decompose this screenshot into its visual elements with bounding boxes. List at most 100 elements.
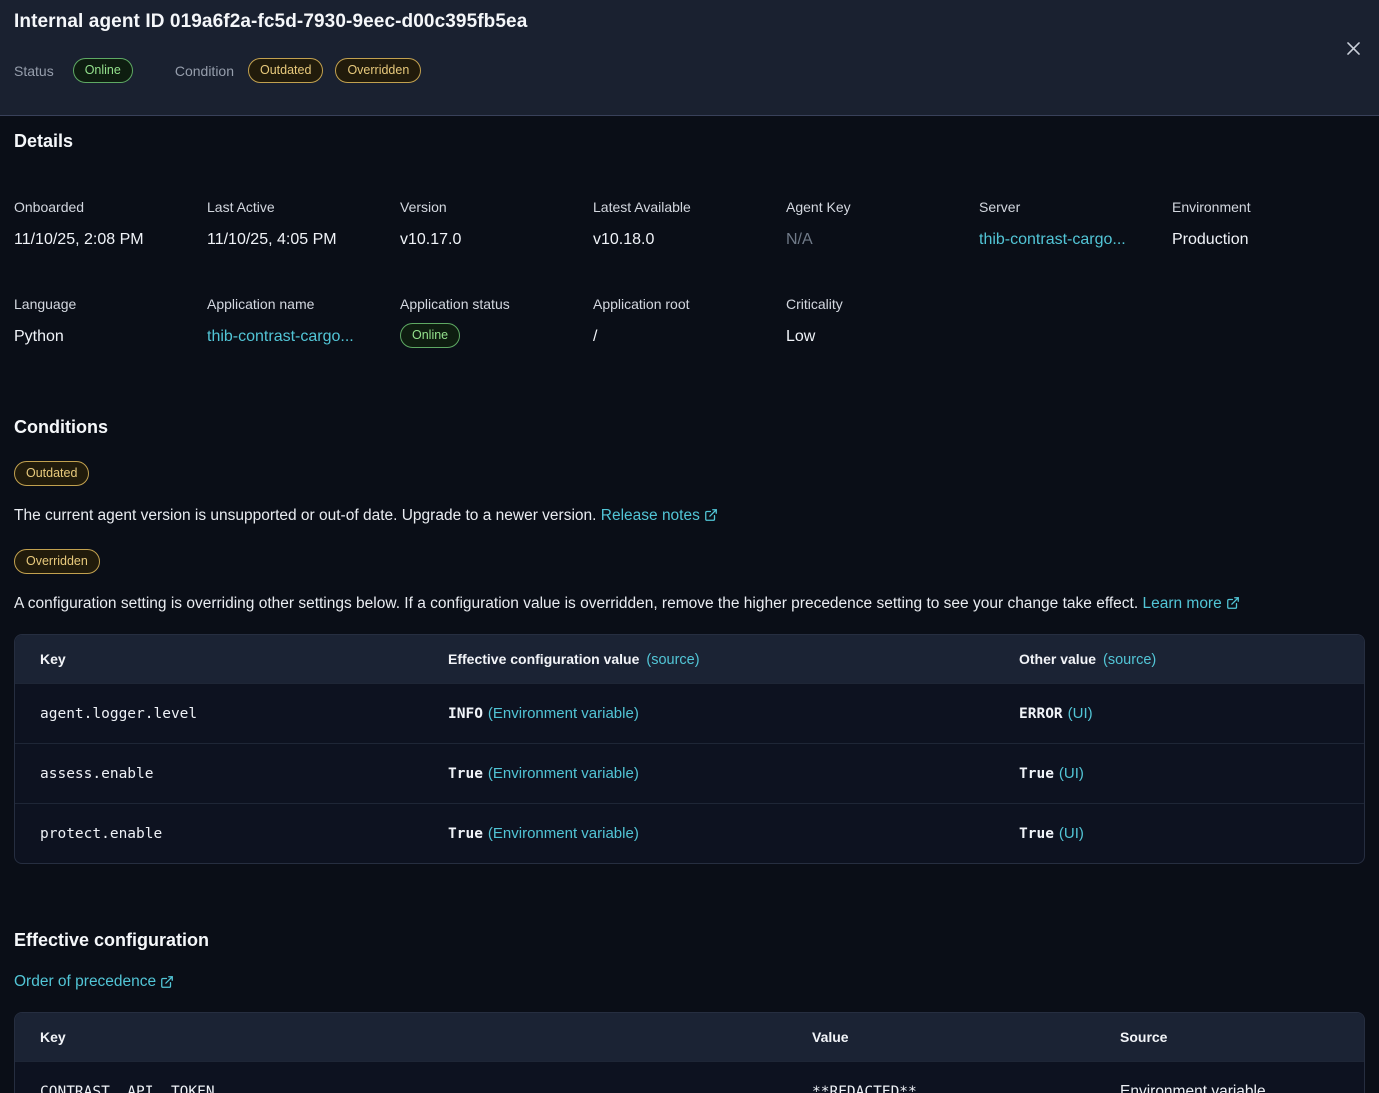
field-label: Agent Key xyxy=(786,199,979,215)
status-label: Status xyxy=(14,63,54,79)
external-link-icon xyxy=(1226,596,1240,610)
field-label: Last Active xyxy=(207,199,400,215)
effective-source[interactable]: (Environment variable) xyxy=(488,765,639,782)
condition-item-overridden: Overridden xyxy=(14,549,1365,574)
field-application-status: Application status Online xyxy=(400,296,593,348)
modal-header: Internal agent ID 019a6f2a-fc5d-7930-9ee… xyxy=(0,0,1379,116)
release-notes-link[interactable]: Release notes xyxy=(601,507,718,524)
external-link-icon xyxy=(704,508,718,522)
field-criticality: Criticality Low xyxy=(786,296,979,348)
field-latest-available: Latest Available v10.18.0 xyxy=(593,199,786,249)
other-source[interactable]: (UI) xyxy=(1068,705,1093,722)
status-badge: Online xyxy=(73,58,133,83)
status-row: Status Online Condition Outdated Overrid… xyxy=(14,58,1365,83)
condition-badge-outdated: Outdated xyxy=(248,58,323,83)
field-label: Latest Available xyxy=(593,199,786,215)
col-header-effective-value: Effective configuration value(source) xyxy=(448,651,1019,668)
field-label: Application root xyxy=(593,296,786,312)
effective-configuration-section: Effective configuration Order of precede… xyxy=(14,930,1365,1093)
field-label: Onboarded xyxy=(14,199,207,215)
order-of-precedence-link[interactable]: Order of precedence xyxy=(14,973,174,991)
effective-source-link[interactable]: (source) xyxy=(646,652,699,668)
conditions-heading: Conditions xyxy=(14,417,1365,438)
other-value-cell: True(UI) xyxy=(1019,825,1339,843)
table-row: agent.logger.level INFO(Environment vari… xyxy=(15,683,1364,743)
field-agent-key: Agent Key N/A xyxy=(786,199,979,249)
page-title: Internal agent ID 019a6f2a-fc5d-7930-9ee… xyxy=(14,11,1365,33)
effective-source[interactable]: (Environment variable) xyxy=(488,705,639,722)
field-label: Application name xyxy=(207,296,400,312)
overridden-description: A configuration setting is overriding ot… xyxy=(14,595,1365,614)
other-source[interactable]: (UI) xyxy=(1059,765,1084,782)
details-section: Details Onboarded 11/10/25, 2:08 PM Last… xyxy=(14,116,1365,348)
condition-label: Condition xyxy=(175,63,234,79)
table-row: protect.enable True(Environment variable… xyxy=(15,803,1364,863)
application-status-badge: Online xyxy=(400,323,460,348)
field-version: Version v10.17.0 xyxy=(400,199,593,249)
effective-value-cell: True(Environment variable) xyxy=(448,825,1019,843)
field-label: Language xyxy=(14,296,207,312)
field-value: Production xyxy=(1172,231,1365,249)
field-last-active: Last Active 11/10/25, 4:05 PM xyxy=(207,199,400,249)
external-link-icon xyxy=(160,975,174,989)
field-onboarded: Onboarded 11/10/25, 2:08 PM xyxy=(14,199,207,249)
field-application-name: Application name thib-contrast-cargo... xyxy=(207,296,400,348)
field-label: Server xyxy=(979,199,1172,215)
col-header-key: Key xyxy=(40,651,448,667)
config-source: Environment variable xyxy=(1120,1083,1339,1093)
other-source[interactable]: (UI) xyxy=(1059,825,1084,842)
other-value-cell: True(UI) xyxy=(1019,765,1339,783)
effective-value-cell: True(Environment variable) xyxy=(448,765,1019,783)
effective-value-cell: INFO(Environment variable) xyxy=(448,705,1019,723)
field-value: Low xyxy=(786,328,979,346)
field-environment: Environment Production xyxy=(1172,199,1365,249)
condition-badge-overridden: Overridden xyxy=(335,58,421,83)
col-header-other-value: Other value(source) xyxy=(1019,651,1339,668)
field-value: 11/10/25, 2:08 PM xyxy=(14,231,207,249)
close-icon xyxy=(1344,39,1363,58)
effective-configuration-heading: Effective configuration xyxy=(14,930,1365,951)
effective-configuration-table: Key Value Source CONTRAST__API__TOKEN **… xyxy=(14,1012,1365,1093)
config-key: protect.enable xyxy=(40,826,448,842)
field-label: Criticality xyxy=(786,296,979,312)
config-key: assess.enable xyxy=(40,766,448,782)
other-value-cell: ERROR(UI) xyxy=(1019,705,1339,723)
overrides-table-header: Key Effective configuration value(source… xyxy=(15,635,1364,683)
field-value: Python xyxy=(14,328,207,346)
other-source-link[interactable]: (source) xyxy=(1103,652,1156,668)
condition-item-outdated: Outdated xyxy=(14,461,1365,486)
effective-table-header: Key Value Source xyxy=(15,1013,1364,1061)
field-value: N/A xyxy=(786,231,979,249)
config-value: **REDACTED** xyxy=(812,1084,1120,1093)
modal-content: Details Onboarded 11/10/25, 2:08 PM Last… xyxy=(0,116,1379,1093)
overrides-table: Key Effective configuration value(source… xyxy=(14,634,1365,864)
field-value: v10.18.0 xyxy=(593,231,786,249)
conditions-section: Conditions Outdated The current agent ve… xyxy=(14,417,1365,864)
overridden-badge: Overridden xyxy=(14,549,100,574)
application-name-link[interactable]: thib-contrast-cargo... xyxy=(207,328,354,345)
field-label: Environment xyxy=(1172,199,1365,215)
config-key: CONTRAST__API__TOKEN xyxy=(40,1084,812,1093)
learn-more-link[interactable]: Learn more xyxy=(1142,595,1239,612)
server-link[interactable]: thib-contrast-cargo... xyxy=(979,231,1126,248)
outdated-description: The current agent version is unsupported… xyxy=(14,507,1365,526)
col-header-source: Source xyxy=(1120,1029,1339,1045)
outdated-badge: Outdated xyxy=(14,461,89,486)
field-application-root: Application root / xyxy=(593,296,786,348)
details-heading: Details xyxy=(14,116,1365,152)
table-row: assess.enable True(Environment variable)… xyxy=(15,743,1364,803)
field-value: 11/10/25, 4:05 PM xyxy=(207,231,400,249)
close-button[interactable] xyxy=(1341,36,1365,60)
field-label: Application status xyxy=(400,296,593,312)
col-header-value: Value xyxy=(812,1029,1120,1045)
field-language: Language Python xyxy=(14,296,207,348)
outdated-description-text: The current agent version is unsupported… xyxy=(14,507,596,524)
field-value: / xyxy=(593,328,786,346)
field-label: Version xyxy=(400,199,593,215)
overridden-description-text: A configuration setting is overriding ot… xyxy=(14,595,1138,612)
effective-source[interactable]: (Environment variable) xyxy=(488,825,639,842)
table-row: CONTRAST__API__TOKEN **REDACTED** Enviro… xyxy=(15,1061,1364,1093)
col-header-key: Key xyxy=(40,1029,812,1045)
config-key: agent.logger.level xyxy=(40,706,448,722)
field-server: Server thib-contrast-cargo... xyxy=(979,199,1172,249)
